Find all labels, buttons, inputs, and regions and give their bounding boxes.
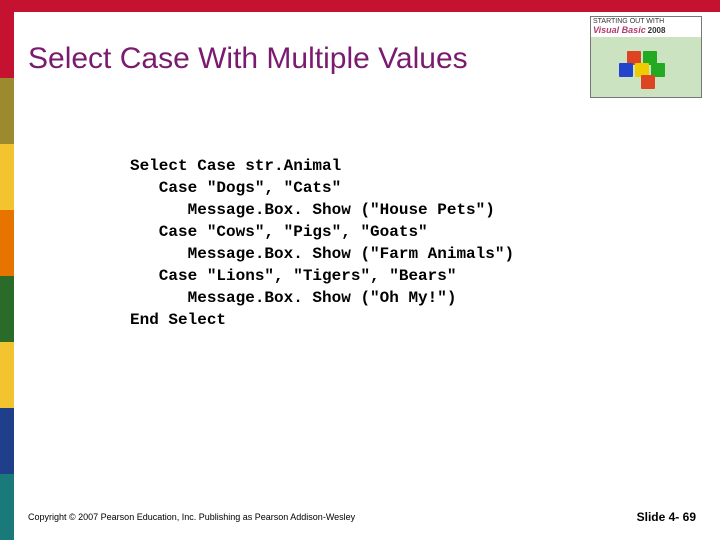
code-line: Message.Box. Show ("House Pets")	[130, 201, 495, 219]
code-line: Case "Cows", "Pigs", "Goats"	[130, 223, 428, 241]
code-line: Message.Box. Show ("Farm Animals")	[130, 245, 514, 263]
logo-line2: Visual Basic	[593, 25, 646, 35]
code-line: End Select	[130, 311, 226, 329]
top-bar	[0, 0, 720, 12]
copyright-footer: Copyright © 2007 Pearson Education, Inc.…	[28, 512, 355, 522]
code-line: Message.Box. Show ("Oh My!")	[130, 289, 456, 307]
left-color-strip	[0, 12, 14, 540]
code-line: Case "Lions", "Tigers", "Bears"	[130, 267, 456, 285]
logo-year: 2008	[648, 26, 666, 35]
code-block: Select Case str.Animal Case "Dogs", "Cat…	[130, 155, 514, 331]
logo-line1: STARTING OUT WITH	[593, 18, 664, 25]
code-line: Case "Dogs", "Cats"	[130, 179, 341, 197]
book-cover-thumbnail: STARTING OUT WITH Visual Basic 2008	[590, 16, 702, 98]
slide-number: Slide 4- 69	[637, 510, 696, 524]
code-line: Select Case str.Animal	[130, 157, 341, 175]
slide-title: Select Case With Multiple Values	[28, 42, 468, 76]
